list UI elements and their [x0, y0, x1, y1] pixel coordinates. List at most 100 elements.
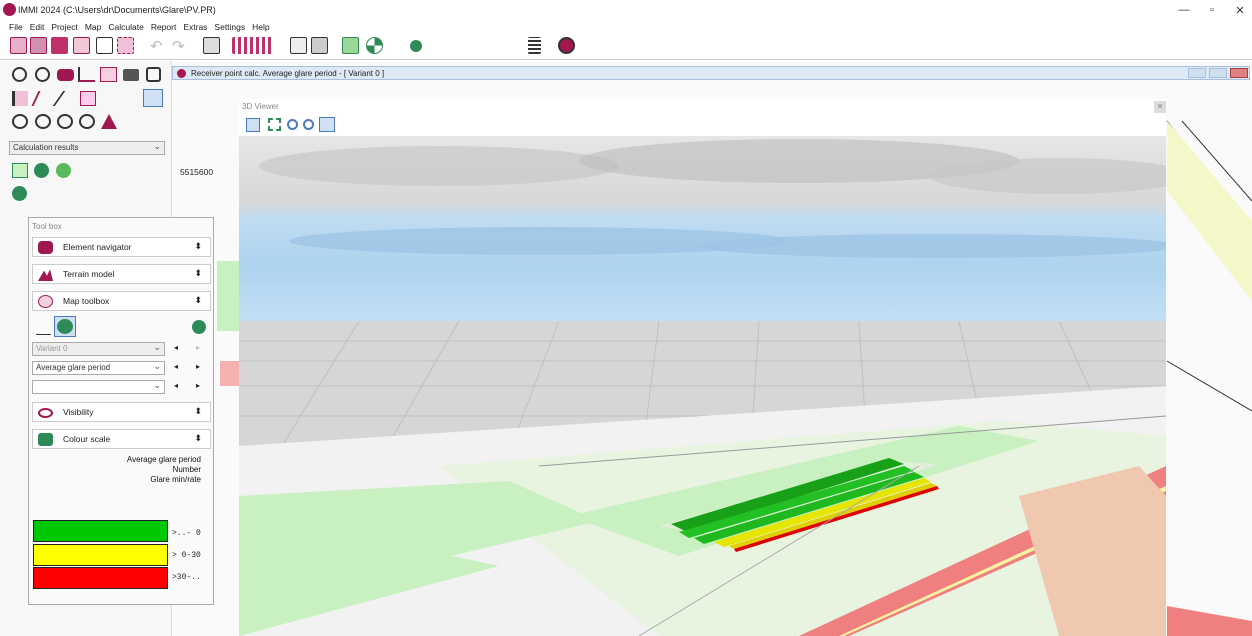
- menu-calculate[interactable]: Calculate: [108, 22, 143, 32]
- colour-scale-section[interactable]: Colour scale ⬍: [32, 429, 211, 449]
- calculator-icon[interactable]: [528, 37, 541, 54]
- subwindow-minimize-button[interactable]: [1188, 68, 1206, 78]
- rotate-icon[interactable]: [12, 114, 28, 129]
- toolbox-title: Tool box: [32, 222, 62, 231]
- legend-unit-label: Glare min/rate: [150, 475, 201, 484]
- search-map-icon[interactable]: [146, 67, 161, 82]
- viewer-select-icon[interactable]: [246, 118, 260, 132]
- subwindow-titlebar: Receiver point calc. Average glare perio…: [172, 66, 1250, 80]
- maximize-button[interactable]: ▫: [1198, 0, 1226, 20]
- result-globe-icon[interactable]: [34, 163, 49, 178]
- metric-prev-arrow[interactable]: ◂: [174, 362, 178, 371]
- expand-arrow-icon: ⬍: [194, 241, 202, 251]
- viewer-zoom-out-icon[interactable]: [303, 119, 314, 130]
- map-toolbox-label: Map toolbox: [63, 296, 110, 306]
- menu-settings[interactable]: Settings: [214, 22, 245, 32]
- redo-icon[interactable]: ↷: [172, 37, 185, 55]
- legend-swatch-yellow: [33, 544, 168, 566]
- variant-next-arrow[interactable]: ▸: [196, 343, 200, 352]
- menu-extras[interactable]: Extras: [183, 22, 207, 32]
- copy-element-icon[interactable]: [79, 114, 95, 129]
- 3d-viewer-window: 3D Viewer ✕: [239, 99, 1166, 636]
- globe-tool-icon[interactable]: [54, 316, 76, 337]
- third-select[interactable]: [32, 379, 165, 394]
- 3d-scene[interactable]: [239, 136, 1166, 636]
- subwindow-restore-button[interactable]: [1209, 68, 1227, 78]
- expand-arrow-icon: ⬍: [194, 295, 202, 305]
- result-receiver-icon[interactable]: [56, 163, 71, 178]
- minimize-button[interactable]: —: [1170, 0, 1198, 20]
- legend-label-red: >30-..: [172, 573, 201, 582]
- viewer-zoom-in-icon[interactable]: [287, 119, 298, 130]
- menu-edit[interactable]: Edit: [30, 22, 45, 32]
- open-project-icon[interactable]: [30, 37, 47, 54]
- table-icon[interactable]: [311, 37, 328, 54]
- settings-gear-icon[interactable]: [117, 37, 134, 54]
- legend-number-label: Number: [172, 465, 201, 474]
- subwindow-close-button[interactable]: [1230, 68, 1248, 78]
- new-project-icon[interactable]: [10, 37, 27, 54]
- rotate-ccw-icon[interactable]: [35, 114, 51, 129]
- terrain-model-section[interactable]: Terrain model ⬍: [32, 264, 211, 284]
- third-next-arrow[interactable]: ▸: [196, 381, 200, 390]
- menu-project[interactable]: Project: [51, 22, 77, 32]
- measure-area-icon[interactable]: [100, 67, 117, 82]
- zoom-out-icon[interactable]: [35, 67, 50, 82]
- menu-report[interactable]: Report: [151, 22, 177, 32]
- metric-select[interactable]: Average glare period: [32, 360, 165, 375]
- visibility-label: Visibility: [63, 407, 94, 417]
- sun-position-icon[interactable]: [366, 37, 383, 54]
- legend-swatch-red: [33, 567, 168, 589]
- map-tools-icon: [38, 295, 53, 308]
- info-tool-icon[interactable]: [192, 320, 206, 334]
- close-button[interactable]: ✕: [1226, 0, 1252, 20]
- menu-bar: File Edit Project Map Calculate Report E…: [0, 20, 1252, 33]
- info-icon[interactable]: [410, 40, 422, 52]
- document-icon[interactable]: [96, 37, 113, 54]
- results-select[interactable]: Calculation results: [9, 140, 165, 155]
- variant-select[interactable]: Variant 0: [32, 341, 165, 356]
- calculate-icon[interactable]: [203, 37, 220, 54]
- title-bar: IMMI 2024 (C:\Users\dr\Documents\Glare\P…: [0, 0, 1252, 20]
- help-icon[interactable]: [558, 37, 575, 54]
- third-prev-arrow[interactable]: ◂: [174, 381, 178, 390]
- toolbox-panel: Tool box Element navigator ⬍ Terrain mod…: [28, 217, 214, 605]
- colour-scale-icon: [38, 433, 53, 446]
- result-map-icon[interactable]: [12, 163, 28, 178]
- expand-arrow-icon: ⬍: [194, 268, 202, 278]
- 3d-viewer-close-button[interactable]: ✕: [1154, 101, 1166, 113]
- triangle-tool-icon[interactable]: [36, 320, 51, 335]
- viewer-fit-icon[interactable]: [268, 118, 281, 131]
- printer-icon[interactable]: [123, 69, 139, 81]
- menu-file[interactable]: File: [9, 22, 23, 32]
- variant-prev-arrow[interactable]: ◂: [174, 343, 178, 352]
- 3d-viewer-title: 3D Viewer: [242, 102, 279, 111]
- colour-scale-label: Colour scale: [63, 434, 111, 444]
- edit-element-icon[interactable]: [12, 91, 28, 106]
- metric-next-arrow[interactable]: ▸: [196, 362, 200, 371]
- binoculars-icon: [38, 241, 53, 254]
- grid-calc-icon[interactable]: [232, 37, 274, 54]
- zoom-in-icon[interactable]: [12, 67, 27, 82]
- element-navigator-section[interactable]: Element navigator ⬍: [32, 237, 211, 257]
- visibility-section[interactable]: Visibility ⬍: [32, 402, 211, 422]
- menu-help[interactable]: Help: [252, 22, 269, 32]
- viewer-zoom-area-icon[interactable]: [319, 117, 335, 132]
- move-node-icon[interactable]: [80, 91, 96, 106]
- undo-icon[interactable]: ↶: [150, 37, 163, 55]
- print-project-icon[interactable]: [73, 37, 90, 54]
- receiver-calc-icon[interactable]: [342, 37, 359, 54]
- legend-swatch-green: [33, 520, 168, 542]
- subwindow-title: Receiver point calc. Average glare perio…: [191, 69, 385, 78]
- measure-icon[interactable]: [78, 67, 95, 82]
- binoculars-icon[interactable]: [57, 69, 74, 81]
- map-toolbox-section[interactable]: Map toolbox ⬍: [32, 291, 211, 311]
- menu-map[interactable]: Map: [85, 22, 102, 32]
- pan-icon[interactable]: [57, 114, 73, 129]
- 3d-viewer-header: 3D Viewer ✕: [239, 99, 1166, 115]
- result-info-icon[interactable]: [12, 186, 27, 201]
- select-area-icon[interactable]: [143, 89, 163, 107]
- report-book-icon[interactable]: [290, 37, 307, 54]
- save-project-icon[interactable]: [51, 37, 68, 54]
- expand-arrow-icon: ⬍: [194, 433, 202, 443]
